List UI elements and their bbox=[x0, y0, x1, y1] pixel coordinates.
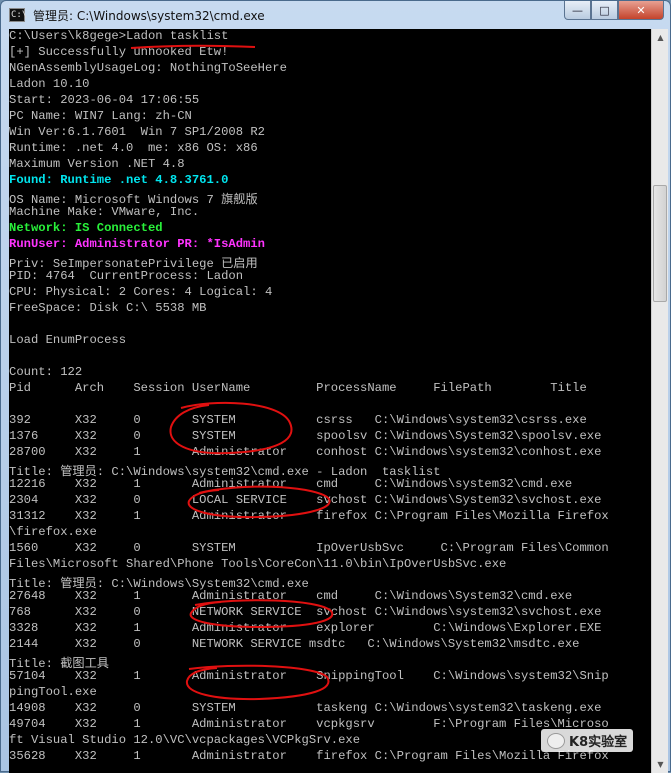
console-line: pingTool.exe bbox=[9, 685, 97, 699]
cmd-app-icon[interactable]: C:\ bbox=[9, 8, 27, 22]
window-title: 管理员: C:\Windows\system32\cmd.exe bbox=[33, 8, 265, 23]
console-line: 57104 X32 1 Administrator SnippingTool C… bbox=[9, 669, 609, 683]
console-line: 1376 X32 0 SYSTEM spoolsv C:\Windows\Sys… bbox=[9, 429, 602, 443]
console-line: Runtime: .net 4.0 me: x86 OS: x86 bbox=[9, 141, 258, 155]
console-line: RunUser: Administrator PR: *IsAdmin bbox=[9, 237, 265, 251]
console-line: Found: Runtime .net 4.8.3761.0 bbox=[9, 173, 229, 187]
console-line: Network: IS Connected bbox=[9, 221, 163, 235]
close-button[interactable]: ✕ bbox=[618, 1, 664, 20]
maximize-button[interactable]: □ bbox=[591, 1, 618, 20]
scroll-up-button[interactable]: ▲ bbox=[652, 29, 669, 46]
console-line: 3328 X32 1 Administrator explorer C:\Win… bbox=[9, 621, 602, 635]
console-line: 2144 X32 0 NETWORK SERVICE msdtc C:\Wind… bbox=[9, 637, 580, 651]
console-line: \firefox.exe bbox=[9, 525, 97, 539]
console-line: NGenAssemblyUsageLog: NothingToSeeHere bbox=[9, 61, 287, 75]
console-line: Ladon 10.10 bbox=[9, 77, 90, 91]
vertical-scrollbar[interactable]: ▲ ▼ bbox=[651, 29, 668, 773]
console-line: FreeSpace: Disk C:\ 5538 MB bbox=[9, 301, 207, 315]
minimize-button[interactable]: — bbox=[564, 1, 591, 20]
console-line: Title: 截图工具 bbox=[9, 657, 109, 671]
title-bar[interactable]: C:\ 管理员: C:\Windows\system32\cmd.exe — □… bbox=[1, 1, 670, 29]
watermark-text: K8实验室 bbox=[569, 735, 628, 750]
console-line: OS Name: Microsoft Windows 7 旗舰版 bbox=[9, 193, 258, 207]
console-line: 1560 X32 0 SYSTEM IpOverUsbSvc C:\Progra… bbox=[9, 541, 609, 555]
console-line: Pid Arch Session UserName ProcessName Fi… bbox=[9, 381, 587, 395]
scroll-down-button[interactable]: ▼ bbox=[652, 756, 669, 773]
console-line: C:\Users\k8gege>Ladon tasklist bbox=[9, 29, 229, 43]
console-line: PC Name: WIN7 Lang: zh-CN bbox=[9, 109, 192, 123]
wechat-icon bbox=[547, 732, 565, 749]
console-line: Files\Microsoft Shared\Phone Tools\CoreC… bbox=[9, 557, 507, 571]
scrollbar-thumb[interactable] bbox=[653, 185, 667, 302]
console-line: PID: 4764 CurrentProcess: Ladon bbox=[9, 269, 244, 283]
console-line: Load EnumProcess bbox=[9, 333, 127, 347]
console-line: Machine Make: VMware, Inc. bbox=[9, 205, 200, 219]
window-controls: — □ ✕ bbox=[564, 1, 664, 20]
console-line: 28700 X32 1 Administrator conhost C:\Win… bbox=[9, 445, 602, 459]
console-line: 2304 X32 0 LOCAL SERVICE svchost C:\Wind… bbox=[9, 493, 602, 507]
console-line: Title: 管理员: C:\Windows\System32\cmd.exe bbox=[9, 577, 309, 591]
console-line: CPU: Physical: 2 Cores: 4 Logical: 4 bbox=[9, 285, 273, 299]
console-line: Title: 管理员: C:\Windows\system32\cmd.exe … bbox=[9, 465, 441, 479]
console-line: 12216 X32 1 Administrator cmd C:\Windows… bbox=[9, 477, 573, 491]
watermark: K8实验室 bbox=[541, 729, 634, 752]
console-line: 768 X32 0 NETWORK SERVICE svchost C:\Win… bbox=[9, 605, 602, 619]
console-line: Start: 2023-06-04 17:06:55 bbox=[9, 93, 200, 107]
cmd-window: C:\ 管理员: C:\Windows\system32\cmd.exe — □… bbox=[0, 0, 671, 773]
console-line: Priv: SeImpersonatePrivilege 已启用 bbox=[9, 257, 258, 271]
console-line: Count: 122 bbox=[9, 365, 83, 379]
console-line: 14908 X32 0 SYSTEM taskeng C:\Windows\sy… bbox=[9, 701, 602, 715]
console-line: [+] Successfully unhooked Etw! bbox=[9, 45, 229, 59]
console-line: 31312 X32 1 Administrator firefox C:\Pro… bbox=[9, 509, 609, 523]
console-line: 27648 X32 1 Administrator cmd C:\Windows… bbox=[9, 589, 573, 603]
console-line: Maximum Version .NET 4.8 bbox=[9, 157, 185, 171]
console-line: 392 X32 0 SYSTEM csrss C:\Windows\system… bbox=[9, 413, 587, 427]
console-line: Win Ver:6.1.7601 Win 7 SP1/2008 R2 bbox=[9, 125, 265, 139]
console-output[interactable]: C:\Users\k8gege>Ladon tasklist [+] Succes… bbox=[9, 29, 651, 773]
